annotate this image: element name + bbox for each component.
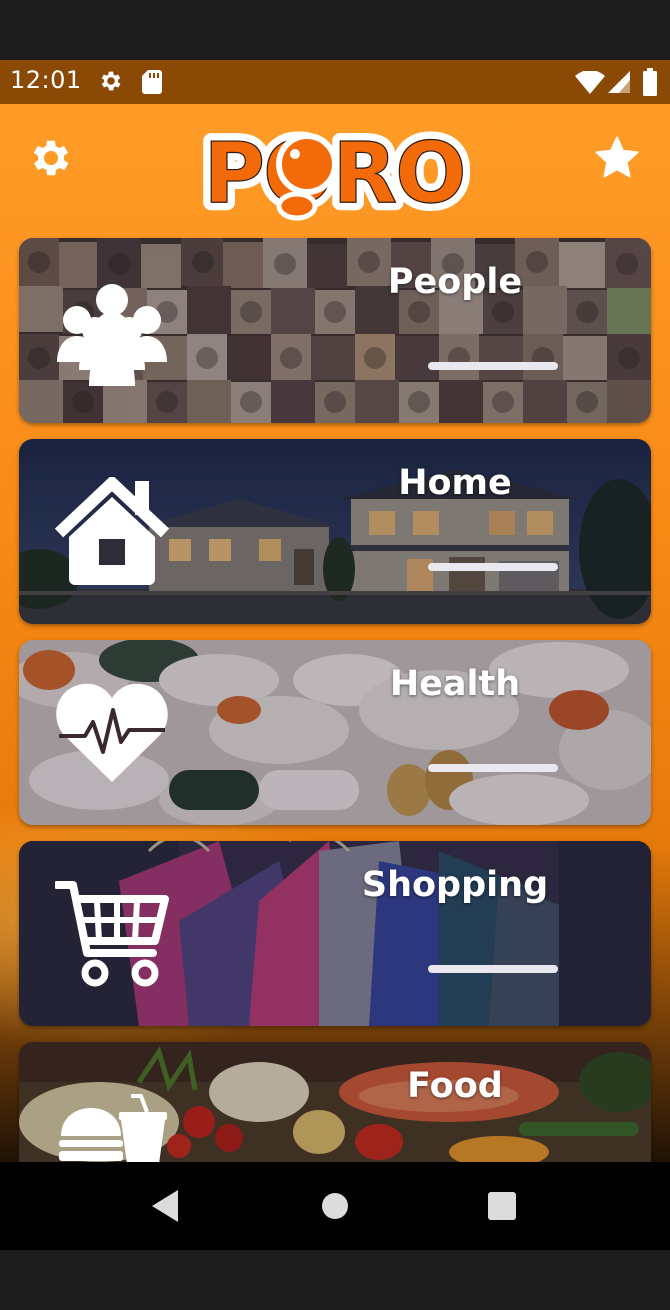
category-underline: [428, 362, 558, 370]
heart-pulse-icon: [56, 683, 168, 782]
category-title-food: Food: [407, 1066, 503, 1106]
phone-screen: 12:01 PORO PORO: [0, 0, 670, 1310]
system-nav-bar: [0, 1162, 670, 1250]
category-card-food[interactable]: Food: [19, 1042, 651, 1162]
people-group-icon: [57, 284, 167, 386]
gear-icon[interactable]: [27, 134, 75, 182]
back-icon[interactable]: [150, 1188, 182, 1224]
category-title-people: People: [387, 262, 523, 302]
category-underline: [428, 764, 558, 772]
status-bar: 12:01: [0, 60, 670, 104]
category-card-shopping[interactable]: Shopping: [19, 841, 651, 1026]
category-title-shopping: Shopping: [361, 865, 549, 905]
category-card-home[interactable]: Home: [19, 439, 651, 624]
settings-gear-icon: [101, 71, 121, 91]
recents-square-icon[interactable]: [488, 1192, 516, 1220]
category-underline: [428, 965, 558, 973]
category-card-health[interactable]: Health: [19, 640, 651, 825]
star-icon[interactable]: [592, 134, 642, 182]
wifi-icon: [575, 71, 605, 94]
cell-signal-icon: [608, 71, 630, 93]
burger-drink-icon: [59, 1094, 167, 1162]
home-circle-icon[interactable]: [321, 1192, 349, 1220]
category-underline: [428, 563, 558, 571]
category-title-home: Home: [398, 463, 512, 503]
app-body: PORO PORO: [0, 104, 670, 1162]
category-title-health: Health: [389, 664, 521, 704]
poro-logo: PORO PORO: [198, 120, 470, 224]
category-card-people[interactable]: People: [19, 238, 651, 423]
house-icon: [55, 477, 169, 585]
battery-icon: [643, 68, 657, 96]
sd-card-icon: [142, 70, 162, 94]
shopping-cart-icon: [55, 881, 169, 987]
status-time: 12:01: [10, 66, 82, 94]
